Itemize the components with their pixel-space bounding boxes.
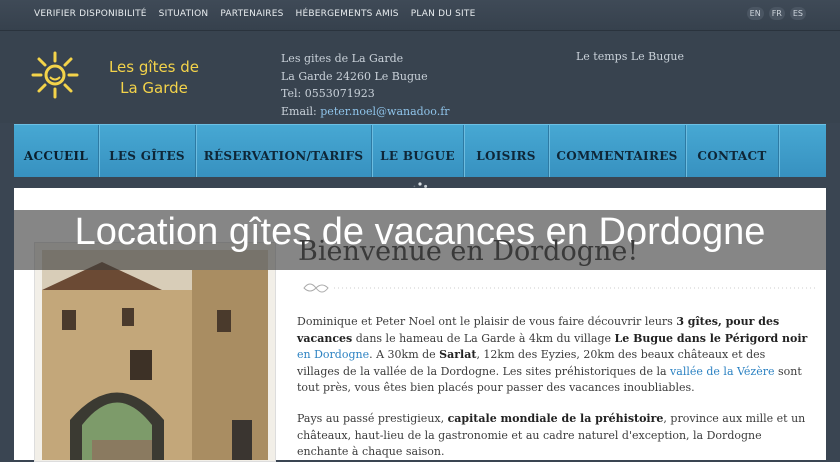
lang-fr[interactable]: FR: [768, 7, 785, 20]
lang-en[interactable]: EN: [746, 7, 764, 20]
contact-name: Les gites de La Garde: [281, 52, 404, 65]
top-link-hebergements[interactable]: HÉBERGEMENTS AMIS: [296, 9, 399, 19]
divider-ornament-icon: [303, 283, 816, 293]
p1-text-1: Dominique et Peter Noel ont le plaisir d…: [297, 315, 677, 328]
weather-widget: Le temps Le Bugue: [576, 50, 684, 63]
logo-text[interactable]: Les gîtes de La Garde: [104, 57, 204, 99]
contact-address: La Garde 24260 Le Bugue: [281, 69, 428, 83]
top-links: VERIFIER DISPONIBILITÉ SITUATION PARTENA…: [34, 9, 487, 19]
nav-item-reservation[interactable]: RÉSERVATION/TARIFS: [196, 125, 372, 177]
nav-item-loisirs[interactable]: LOISIRS: [464, 125, 549, 177]
p2-text-1: Pays au passé prestigieux,: [297, 412, 448, 425]
lang-es[interactable]: ES: [789, 7, 806, 20]
nav-item-accueil[interactable]: ACCUEIL: [14, 125, 99, 177]
nav-item-contact[interactable]: CONTACT: [686, 125, 779, 177]
contact-block: Les gites de La Garde La Garde 24260 Le …: [281, 50, 450, 120]
p1-text-2: dans le hameau de La Garde à 4km du vill…: [352, 331, 615, 345]
nav-end: [778, 125, 826, 177]
nav-item-commentaires[interactable]: COMMENTAIRES: [549, 125, 686, 177]
intro-paragraph: Dominique et Peter Noel ont le plaisir d…: [297, 314, 809, 397]
contact-email-link[interactable]: peter.noel@wanadoo.fr: [320, 105, 449, 118]
link-vallee-vezere[interactable]: vallée de la Vézère: [670, 365, 774, 378]
p2-bold-prehistoire: capitale mondiale de la préhistoire: [447, 412, 664, 425]
top-link-situation[interactable]: SITUATION: [159, 9, 209, 19]
logo-line-1: Les gîtes de: [108, 58, 200, 76]
p1-text-4: . A 30km de: [369, 348, 440, 361]
sun-logo-icon[interactable]: [30, 50, 80, 100]
nav-item-le-bugue[interactable]: LE BUGUE: [372, 125, 464, 177]
p1-bold-bugue: Le Bugue dans le Périgord noir: [614, 331, 808, 345]
village-gate-photo[interactable]: [42, 250, 268, 460]
top-link-disponibilite[interactable]: VERIFIER DISPONIBILITÉ: [34, 9, 147, 19]
link-en-dordogne[interactable]: en Dordogne: [297, 348, 369, 361]
contact-email-row: Email: peter.noel@wanadoo.fr: [281, 103, 450, 121]
top-link-partenaires[interactable]: PARTENAIRES: [220, 9, 283, 19]
region-paragraph: Pays au passé prestigieux, capitale mond…: [297, 411, 809, 461]
contact-email-label: Email:: [281, 104, 321, 118]
top-link-plan[interactable]: PLAN DU SITE: [411, 9, 476, 19]
contact-tel: Tel: 0553071923: [281, 87, 375, 100]
top-bar: VERIFIER DISPONIBILITÉ SITUATION PARTENA…: [0, 0, 840, 31]
nav-item-gites[interactable]: LES GÎTES: [99, 125, 196, 177]
logo-line-2: La Garde: [120, 79, 188, 97]
welcome-heading: Bienvenue en Dordogne!: [298, 236, 639, 267]
language-switcher: EN FR ES: [746, 7, 806, 20]
p1-bold-sarlat: Sarlat: [439, 348, 477, 361]
main-nav: ACCUEIL LES GÎTES RÉSERVATION/TARIFS LE …: [14, 124, 826, 177]
